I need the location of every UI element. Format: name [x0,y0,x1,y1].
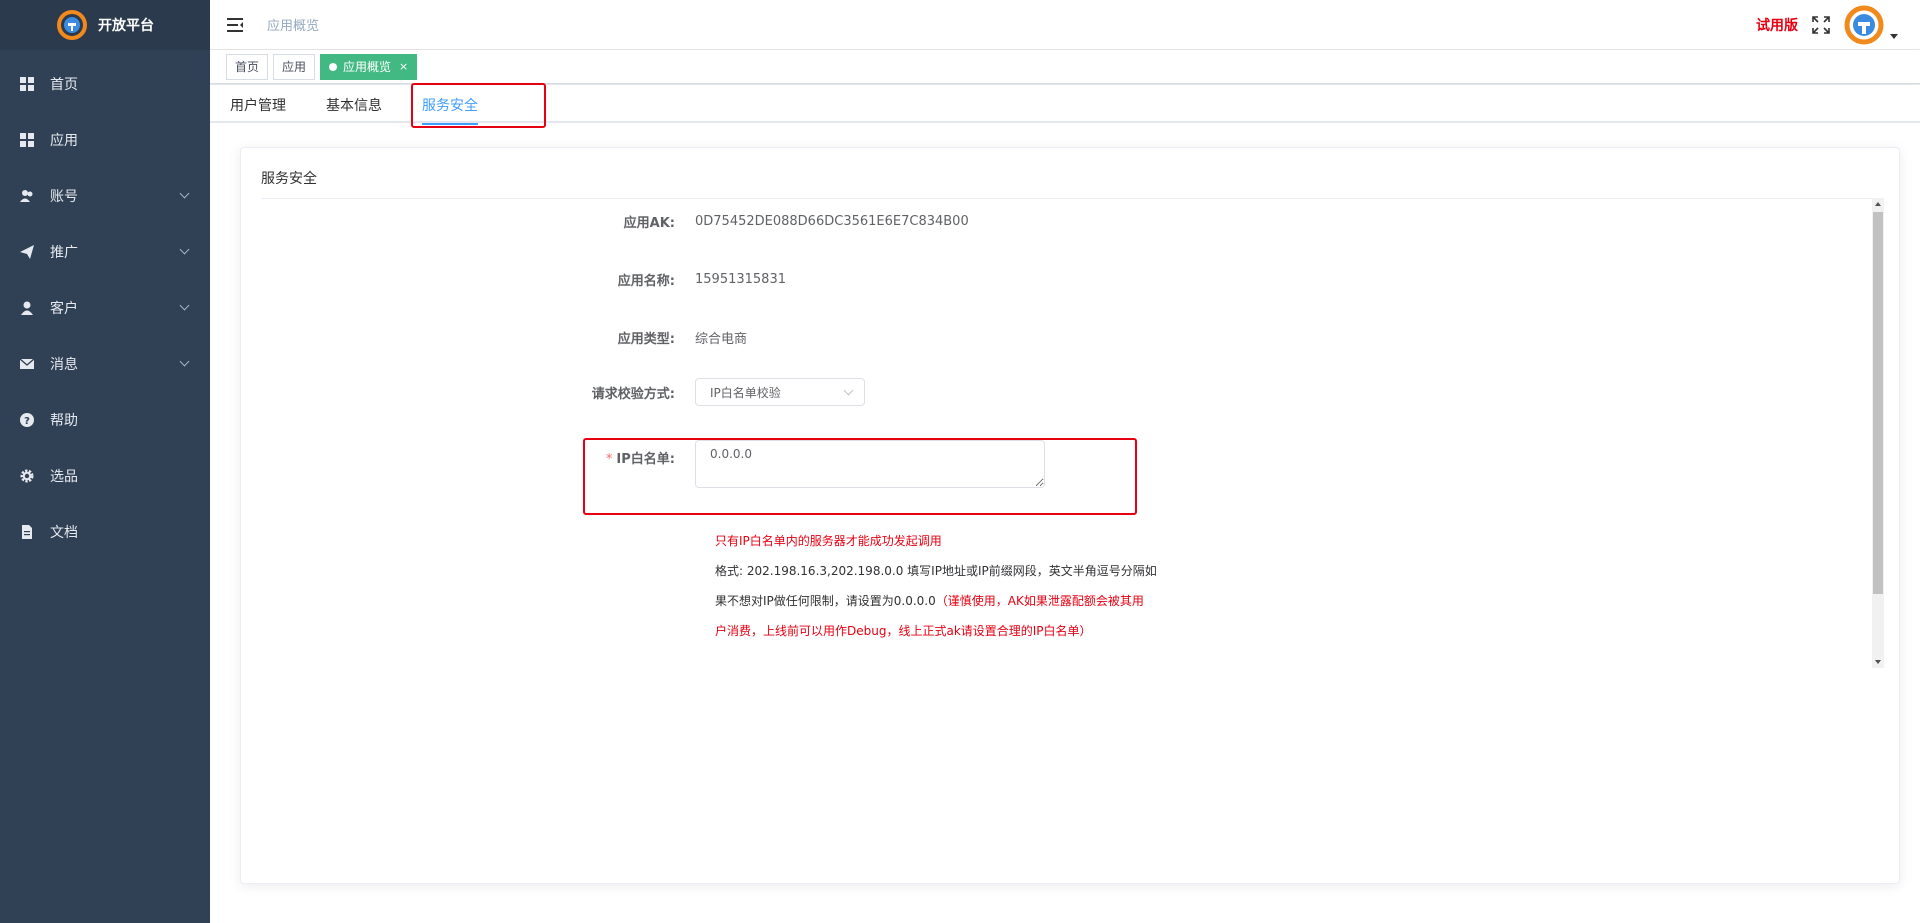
brand-logo-icon [57,10,87,40]
chevron-down-icon [179,188,190,199]
app-type-label: 应用类型: [617,332,675,347]
sidebar-item-customer[interactable]: 客户 [0,280,210,336]
sidebar-item-label: 消息 [50,357,78,373]
navbar-right: 试用版 [1756,0,1898,50]
sidebar: 开放平台 首页 应用 账号 推广 客户 消息 ? 帮助 选品 文档 [0,0,210,923]
caret-down-icon[interactable] [1890,33,1898,39]
sidebar-item-label: 选品 [50,469,78,485]
scroll-down-icon[interactable] [1875,660,1881,664]
help-line-3-text: 果不想对IP做任何限制，请设置为0.0.0.0 [715,594,936,608]
main-content: 用户管理 基本信息 服务安全 服务安全 应用AK: 0D75452DE088D6… [210,83,1920,923]
sidebar-item-label: 应用 [50,133,78,149]
svg-text:?: ? [24,416,30,427]
tab-service-security[interactable]: 服务安全 [402,85,498,125]
verify-method-select[interactable]: IP白名单校验 [695,378,865,406]
ip-whitelist-label: * IP白名单: [266,440,695,467]
grid-icon [20,133,34,147]
help-line-4: 户消费，上线前可以用作Debug，线上正式ak请设置合理的IP白名单） [715,624,1092,638]
form-row-ip: * IP白名单: 0.0.0.0 [266,440,1045,488]
sidebar-item-label: 客户 [50,301,78,317]
app-name-label: 应用名称: [617,274,675,289]
help-line-3-warning: （谨慎使用，AK如果泄露配额会被其用 [935,594,1144,608]
app-name-value: 15951315831 [695,272,786,287]
sidebar-item-label: 帮助 [50,413,78,429]
form-scroll-area[interactable]: 应用AK: 0D75452DE088D66DC3561E6E7C834B00 应… [266,198,1884,668]
tag-home[interactable]: 首页 [226,53,269,80]
document-icon [20,525,34,539]
brand-name: 开放平台 [98,18,154,34]
top-navbar: 应用概览 试用版 [210,0,1920,50]
sidebar-item-account[interactable]: 账号 [0,168,210,224]
sidebar-item-label: 账号 [50,189,78,205]
brand-logo[interactable]: 开放平台 [0,0,210,50]
sidebar-item-selection[interactable]: 选品 [0,448,210,504]
sidebar-item-apps[interactable]: 应用 [0,112,210,168]
breadcrumb[interactable]: 应用概览 [267,15,319,34]
scroll-up-icon[interactable] [1875,202,1881,206]
fullscreen-icon[interactable] [1812,16,1830,34]
tag-app-overview[interactable]: 应用概览 × [320,53,418,80]
form-row-ak: 应用AK: 0D75452DE088D66DC3561E6E7C834B00 [266,212,969,231]
ak-label: 应用AK: [623,216,675,231]
tab-basic-info[interactable]: 基本信息 [306,85,402,123]
envelope-icon [20,357,34,371]
help-line-2: 格式: 202.198.16.3,202.198.0.0 填写IP地址或IP前缀… [715,564,1157,578]
card-title: 服务安全 [261,148,1879,199]
form-row-type: 应用类型: 综合电商 [266,328,747,347]
sidebar-item-label: 文档 [50,525,78,541]
help-line-3: 果不想对IP做任何限制，请设置为0.0.0.0（谨慎使用，AK如果泄露配额会被其… [715,592,1144,609]
question-icon: ? [20,413,34,427]
sidebar-item-label: 首页 [50,77,78,93]
app-type-value: 综合电商 [695,332,748,347]
chevron-down-icon [179,244,190,255]
users-icon [20,189,34,203]
user-icon [20,301,34,315]
paper-plane-icon [20,245,34,259]
dashboard-icon [20,77,34,91]
chevron-down-icon [179,356,190,367]
required-asterisk: * [605,452,613,467]
close-icon[interactable]: × [399,55,408,79]
gear-icon [20,469,34,483]
avatar[interactable] [1844,5,1884,45]
sidebar-item-messages[interactable]: 消息 [0,336,210,392]
sidebar-menu: 首页 应用 账号 推广 客户 消息 ? 帮助 选品 文档 [0,50,210,560]
vertical-scrollbar[interactable] [1872,198,1884,668]
trial-badge: 试用版 [1756,18,1798,34]
subtabs: 用户管理 基本信息 服务安全 [210,85,1920,125]
ip-whitelist-label-text: IP白名单: [616,452,675,467]
sidebar-item-label: 推广 [50,245,78,261]
sidebar-item-help[interactable]: ? 帮助 [0,392,210,448]
help-line-1: 只有IP白名单内的服务器才能成功发起调用 [715,534,942,548]
tags-view: 首页 应用 应用概览 × [210,50,1920,84]
verify-method-label: 请求校验方式: [591,386,675,402]
tab-user-management[interactable]: 用户管理 [230,85,306,123]
chevron-down-icon [179,300,190,311]
sidebar-item-home[interactable]: 首页 [0,56,210,112]
scrollbar-thumb[interactable] [1873,212,1883,594]
active-dot-icon [329,62,338,71]
form-row-name: 应用名称: 15951315831 [266,270,786,289]
sidebar-item-docs[interactable]: 文档 [0,504,210,560]
chevron-down-icon [843,385,854,396]
form-row-verify: 请求校验方式: IP白名单校验 [266,378,865,406]
ak-value: 0D75452DE088D66DC3561E6E7C834B00 [695,214,969,229]
tag-apps[interactable]: 应用 [273,53,316,80]
tag-label: 应用概览 [343,59,392,74]
select-value: IP白名单校验 [710,385,781,400]
ip-whitelist-textarea[interactable]: 0.0.0.0 [695,440,1045,488]
hamburger-icon[interactable] [227,17,243,32]
service-security-card: 服务安全 应用AK: 0D75452DE088D66DC3561E6E7C834… [240,147,1900,884]
sidebar-item-promotion[interactable]: 推广 [0,224,210,280]
